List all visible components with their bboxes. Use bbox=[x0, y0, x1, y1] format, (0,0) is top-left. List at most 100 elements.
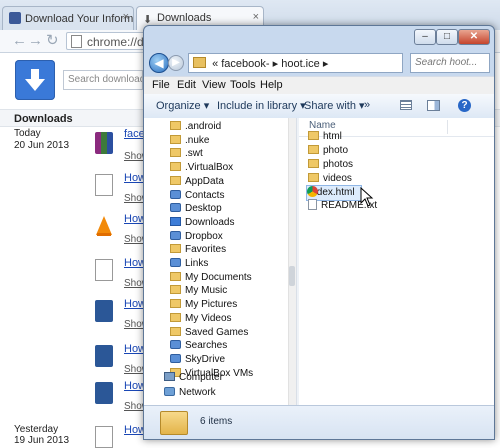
forward-button[interactable]: ▶ bbox=[168, 55, 184, 71]
folder-icon bbox=[170, 175, 181, 185]
blue-icon bbox=[170, 258, 181, 267]
nav-item[interactable]: Searches bbox=[170, 339, 227, 352]
downloads-logo bbox=[15, 60, 55, 100]
facebook-icon bbox=[9, 12, 21, 24]
blue-icon bbox=[170, 340, 181, 350]
document-file-icon bbox=[95, 259, 113, 281]
search-downloads-input[interactable]: Search downloads bbox=[63, 70, 143, 90]
nav-item[interactable]: Favorites bbox=[170, 243, 226, 256]
menu-edit[interactable]: Edit bbox=[177, 79, 196, 91]
breadcrumb-separator[interactable]: ▸ bbox=[323, 58, 329, 70]
nav-item[interactable]: My Videos bbox=[170, 312, 232, 325]
menu-bar: File Edit View Tools Help bbox=[144, 76, 494, 96]
tab-label: Downloads bbox=[157, 12, 212, 24]
back-button[interactable]: ◀ bbox=[149, 53, 169, 73]
mouse-cursor-icon bbox=[360, 187, 374, 207]
download-icon: ⬇ bbox=[143, 14, 153, 26]
dl-icon bbox=[170, 216, 181, 226]
nav-item-label: Saved Games bbox=[185, 326, 249, 338]
menu-help[interactable]: Help bbox=[260, 79, 283, 91]
nav-item[interactable]: Dropbox bbox=[170, 230, 223, 243]
file-item[interactable]: html bbox=[308, 130, 342, 144]
file-item-label: photos bbox=[323, 159, 354, 170]
download-arrow-icon bbox=[25, 69, 45, 91]
folder-icon bbox=[170, 134, 181, 144]
tab-download-information[interactable]: Download Your Informatic × bbox=[2, 6, 134, 30]
page-icon bbox=[71, 35, 82, 48]
nav-item[interactable]: My Music bbox=[170, 284, 227, 297]
organize-button[interactable]: Organize ▾ bbox=[156, 99, 209, 112]
folder-icon bbox=[170, 271, 181, 281]
nav-item[interactable]: SkyDrive bbox=[170, 353, 225, 366]
breadcrumb-hootice[interactable]: hoot.ice bbox=[281, 58, 320, 70]
nav-item[interactable]: Links bbox=[170, 257, 208, 270]
nav-item-label: .VirtualBox bbox=[185, 162, 234, 174]
change-view-icon[interactable] bbox=[400, 100, 412, 110]
share-with-button[interactable]: Share with ▾ bbox=[304, 99, 365, 112]
nav-network[interactable]: Network bbox=[164, 386, 216, 399]
nav-computer[interactable]: Computer bbox=[164, 371, 223, 384]
nav-item[interactable]: .VirtualBox bbox=[170, 161, 233, 174]
preview-pane-icon[interactable] bbox=[427, 100, 440, 111]
folder-icon bbox=[308, 159, 319, 168]
folder-icon bbox=[308, 131, 319, 140]
menu-file[interactable]: File bbox=[152, 79, 170, 91]
nav-item[interactable]: Contacts bbox=[170, 189, 224, 202]
breadcrumb-separator[interactable]: ▸ bbox=[273, 58, 279, 70]
file-item-label: html bbox=[323, 131, 342, 142]
folder-icon bbox=[170, 285, 181, 295]
reload-icon[interactable]: ↻ bbox=[46, 32, 59, 50]
navigation-scroll-thumb[interactable] bbox=[289, 266, 295, 286]
breadcrumb-facebook[interactable]: facebook- bbox=[221, 58, 269, 70]
folder-large-icon bbox=[160, 411, 188, 435]
nav-label: Network bbox=[179, 387, 216, 398]
file-item[interactable]: photo bbox=[308, 144, 348, 158]
file-item[interactable]: photos bbox=[308, 158, 353, 172]
folder-icon bbox=[170, 148, 181, 158]
folder-icon bbox=[170, 312, 181, 322]
close-tab-icon[interactable]: × bbox=[253, 11, 259, 23]
nav-item-label: Favorites bbox=[185, 244, 227, 256]
maximize-button[interactable]: □ bbox=[436, 29, 458, 45]
nav-item[interactable]: .android bbox=[170, 120, 221, 133]
nav-item-label: My Music bbox=[185, 285, 228, 297]
nav-item-label: Downloads bbox=[185, 216, 235, 228]
menu-view[interactable]: View bbox=[202, 79, 226, 91]
menu-tools[interactable]: Tools bbox=[230, 79, 256, 91]
nav-item-label: My Documents bbox=[185, 271, 252, 283]
blue-icon bbox=[170, 203, 181, 213]
text-file-icon bbox=[308, 199, 317, 210]
forward-icon[interactable]: → bbox=[28, 32, 43, 50]
file-item[interactable]: videos bbox=[308, 172, 352, 186]
word-file-icon bbox=[95, 300, 113, 322]
minimize-button[interactable]: – bbox=[414, 29, 436, 45]
close-tab-icon[interactable]: × bbox=[123, 11, 129, 23]
breadcrumb-overflow[interactable]: « bbox=[212, 58, 218, 70]
nav-item[interactable]: Desktop bbox=[170, 202, 222, 215]
include-in-library-button[interactable]: Include in library ▾ bbox=[217, 99, 306, 112]
help-icon[interactable]: ? bbox=[458, 99, 471, 112]
explorer-window: – □ ✕ ◀ ▶ « facebook- ▸ hoot.ice ▸ Searc… bbox=[143, 25, 495, 440]
folder-icon bbox=[170, 121, 181, 130]
date-sub-label: 19 Jun 2013 bbox=[14, 435, 70, 446]
nav-item-label: Searches bbox=[185, 340, 228, 352]
nav-item-label: Links bbox=[185, 258, 209, 269]
back-icon[interactable]: ← bbox=[12, 32, 27, 50]
nav-item[interactable]: My Documents bbox=[170, 271, 252, 284]
network-icon bbox=[164, 387, 175, 396]
nav-item[interactable]: Saved Games bbox=[170, 326, 248, 339]
nav-item[interactable]: Downloads bbox=[170, 216, 234, 229]
blue-icon bbox=[170, 230, 181, 240]
file-item-label: photo bbox=[323, 145, 349, 156]
column-separator[interactable] bbox=[447, 120, 448, 134]
address-bar[interactable]: « facebook- ▸ hoot.ice ▸ bbox=[188, 53, 403, 73]
folder-icon bbox=[308, 173, 319, 182]
folder-icon bbox=[170, 326, 181, 336]
nav-item[interactable]: AppData bbox=[170, 175, 224, 188]
more-commands-button[interactable]: » bbox=[364, 99, 370, 111]
nav-item[interactable]: .nuke bbox=[170, 134, 209, 147]
nav-item[interactable]: .swt bbox=[170, 147, 203, 160]
explorer-search-input[interactable]: Search hoot... bbox=[410, 53, 490, 73]
close-button[interactable]: ✕ bbox=[458, 29, 490, 45]
nav-item[interactable]: My Pictures bbox=[170, 298, 237, 311]
